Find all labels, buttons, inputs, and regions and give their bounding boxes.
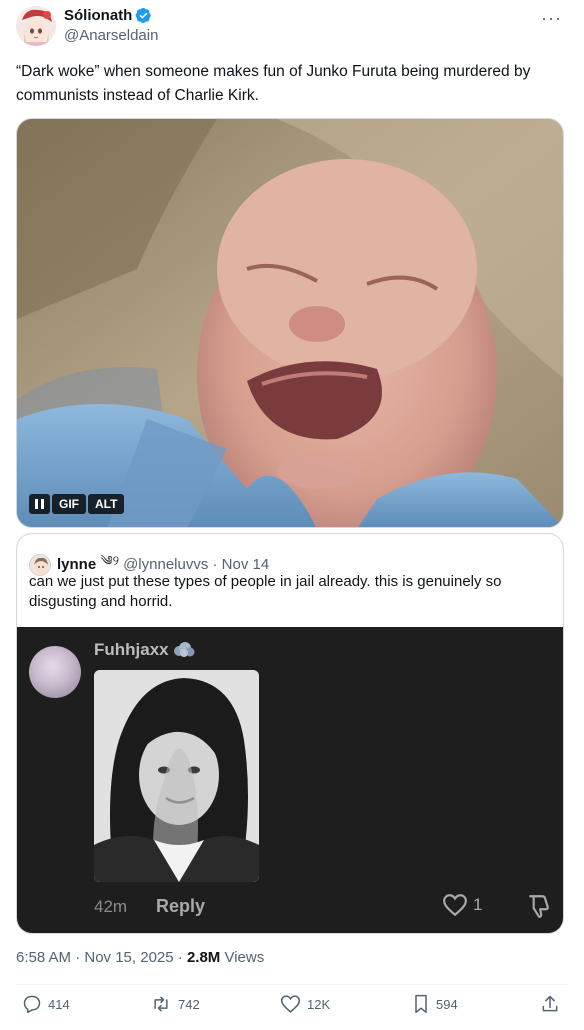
reply-icon xyxy=(23,995,41,1014)
bookmark-button[interactable]: 594 xyxy=(412,994,458,1014)
gif-badge[interactable]: GIF xyxy=(52,494,86,514)
bookmark-count: 594 xyxy=(436,996,458,1012)
reply-count: 414 xyxy=(48,996,70,1012)
comment-time: 42m xyxy=(94,897,128,916)
comment-dislike-button[interactable] xyxy=(525,893,551,924)
comment-reply-button[interactable]: Reply xyxy=(156,896,205,917)
smoke-emoji-icon xyxy=(173,642,195,657)
heart-icon xyxy=(280,995,301,1013)
comment-username: Fuhhjaxx xyxy=(94,640,169,659)
heart-outline-icon xyxy=(443,894,467,917)
author-handle[interactable]: @Anarseldain xyxy=(64,27,158,44)
quote-media-screenshot: Fuhhjaxx 42m Reply 1 xyxy=(17,627,563,933)
author-display-name[interactable]: Sólionath xyxy=(64,7,132,24)
comment-like-button[interactable]: 1 xyxy=(442,893,482,917)
quote-handle-date: @lynneluvvs · Nov 14 xyxy=(123,556,270,573)
tweet-meta: 6:58 AM · Nov 15, 2025 · 2.8M Views xyxy=(16,949,264,966)
pause-icon xyxy=(35,499,44,509)
pause-button[interactable] xyxy=(29,494,50,514)
crying-baby-image xyxy=(17,119,563,527)
views-count: 2.8M xyxy=(186,949,221,966)
tweet-timestamp[interactable]: 6:58 AM · Nov 15, 2025 · xyxy=(16,949,187,966)
comment-avatar xyxy=(29,646,81,698)
author-name-row: Sólionath xyxy=(64,7,152,24)
repost-count: 742 xyxy=(178,996,200,1012)
verified-badge-icon xyxy=(135,7,152,24)
views-label: Views xyxy=(220,949,265,966)
author-avatar[interactable] xyxy=(16,6,56,46)
comment-like-count: 1 xyxy=(473,895,483,914)
alt-text-button[interactable]: ALT xyxy=(88,494,125,514)
comment-username-row: Fuhhjaxx xyxy=(94,640,195,660)
tweet-gif-media[interactable]: GIF ALT xyxy=(16,118,564,528)
repost-button[interactable]: 742 xyxy=(150,994,200,1014)
comment-photo xyxy=(94,670,259,882)
like-count: 12K xyxy=(307,996,331,1012)
share-button[interactable] xyxy=(540,994,560,1014)
bookmark-icon xyxy=(415,994,427,1014)
media-badges: GIF ALT xyxy=(29,494,125,514)
quote-author-name: lynne xyxy=(57,556,97,573)
quote-text: can we just put these types of people in… xyxy=(29,573,502,610)
tweet-text: “Dark woke” when someone makes fun of Ju… xyxy=(16,63,531,104)
quoted-tweet[interactable]: lynne ༄୨ @lynneluvvs · Nov 14 can we jus… xyxy=(16,533,564,934)
reply-button[interactable]: 414 xyxy=(22,994,70,1014)
tweet-post: Sólionath @Anarseldain ··· “Dark woke” w… xyxy=(0,0,584,1030)
divider xyxy=(16,984,568,985)
share-icon xyxy=(542,995,558,1012)
repost-icon xyxy=(154,996,168,1012)
more-options-icon[interactable]: ··· xyxy=(541,8,562,29)
thumbs-down-icon xyxy=(529,895,549,918)
like-button[interactable]: 12K xyxy=(280,994,330,1014)
tweet-actions: 414 742 12K 594 xyxy=(0,994,584,1022)
